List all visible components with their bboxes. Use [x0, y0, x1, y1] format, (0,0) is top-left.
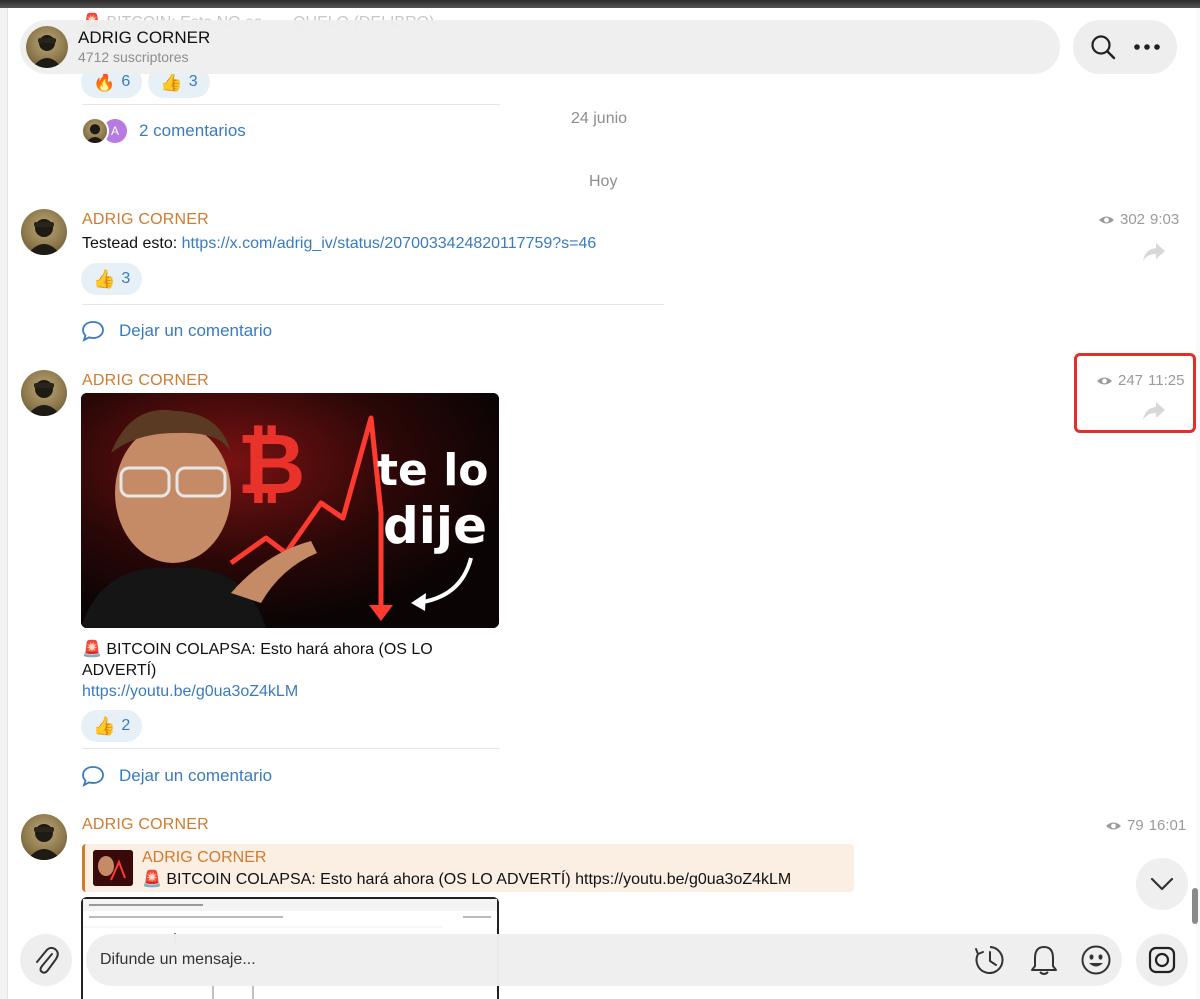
reaction-count: 6 [121, 73, 131, 90]
leave-comment-button[interactable]: Dejar un comentario [81, 765, 272, 787]
sender-name[interactable]: ADRIG CORNER [82, 816, 209, 834]
channel-title: ADRIG CORNER [78, 28, 211, 47]
video-link[interactable]: https://youtu.be/g0ua3oZ4kLM [82, 681, 298, 702]
message-text: Testead esto: https://x.com/adrig_iv/sta… [82, 233, 596, 254]
siren-emoji: 🚨 [82, 641, 102, 658]
quoted-thumbnail [93, 850, 133, 886]
highlight-annotation-box [1074, 353, 1196, 433]
more-icon[interactable] [1127, 27, 1167, 67]
schedule-icon[interactable] [972, 942, 1008, 978]
reaction-count: 2 [121, 717, 131, 734]
comment-icon [82, 321, 104, 342]
header-actions [1073, 20, 1177, 74]
sender-name[interactable]: ADRIG CORNER [82, 372, 209, 390]
divider [82, 104, 500, 105]
message-meta: 79 16:01 [1105, 817, 1186, 834]
leave-comment-button[interactable]: Dejar un comentario [81, 320, 272, 342]
eye-icon [1099, 216, 1114, 223]
message-text-prefix: Testead esto: [82, 235, 182, 252]
fire-emoji: 🔥 [93, 72, 116, 92]
share-icon[interactable] [1142, 242, 1166, 262]
sender-avatar[interactable] [21, 209, 67, 255]
video-thumbnail[interactable]: ₿ te lo dije [81, 393, 499, 628]
message-time: 9:03 [1150, 211, 1180, 228]
quoted-message[interactable]: ADRIG CORNER 🚨 BITCOIN COLAPSA: Esto har… [82, 844, 854, 892]
video-title-line2: ADVERTÍ) [82, 662, 157, 679]
date-separator: 24 junio [571, 110, 628, 127]
video-title-line1: BITCOIN COLAPSA: Esto hará ahora (OS LO [106, 641, 433, 658]
sender-name[interactable]: ADRIG CORNER [82, 211, 209, 229]
chevron-down-icon [1150, 877, 1174, 891]
message-meta: 302 9:03 [1098, 211, 1179, 228]
commenter-avatar [81, 117, 109, 145]
quoted-text: 🚨 BITCOIN COLAPSA: Esto hará ahora (OS L… [142, 871, 792, 888]
attach-icon [36, 946, 59, 974]
reaction-count: 3 [121, 270, 131, 287]
date-separator-today: Hoy [589, 173, 618, 190]
emoji-icon[interactable] [1078, 942, 1114, 978]
sender-avatar[interactable] [21, 814, 67, 860]
message-reactions: 👍 2 [81, 710, 148, 742]
right-edge [1196, 8, 1200, 999]
video-title: 🚨 BITCOIN COLAPSA: Esto hará ahora (OS L… [82, 639, 502, 681]
reaction-count: 3 [188, 73, 198, 90]
subscriber-count: 4712 suscriptores [78, 49, 189, 65]
divider [82, 304, 664, 305]
bell-icon[interactable] [1026, 942, 1062, 978]
message-time: 16:01 [1148, 817, 1187, 834]
leave-comment-label: Dejar un comentario [119, 766, 273, 785]
channel-avatar[interactable] [26, 26, 68, 68]
message-reactions: 👍 3 [81, 263, 148, 295]
message-input[interactable] [100, 934, 960, 986]
attach-button[interactable] [20, 934, 72, 986]
leave-comment-label: Dejar un comentario [119, 321, 273, 340]
window-top-edge [0, 0, 1200, 8]
scrollbar-thumb[interactable] [1192, 888, 1198, 924]
divider [82, 748, 500, 749]
thumbnail-text-line2: dije [383, 497, 487, 555]
reaction-thumbs-up[interactable]: 👍 3 [81, 263, 143, 295]
quoted-sender: ADRIG CORNER [142, 849, 267, 866]
thumbs-up-emoji: 👍 [160, 72, 183, 92]
scroll-to-bottom-button[interactable] [1136, 858, 1188, 910]
thumbs-up-emoji: 👍 [93, 716, 116, 736]
thumbs-up-emoji: 👍 [93, 269, 116, 289]
camera-icon [1148, 946, 1176, 974]
commenter-avatars: A [81, 117, 129, 145]
message-link[interactable]: https://x.com/adrig_iv/status/2070033424… [182, 235, 597, 252]
camera-button[interactable] [1136, 934, 1188, 986]
comments-link[interactable]: A 2 comentarios [81, 117, 246, 145]
view-count: 302 [1120, 211, 1146, 228]
channel-header[interactable]: ADRIG CORNER 4712 suscriptores [20, 20, 1060, 74]
message-composer [86, 934, 1122, 986]
comments-count-label: 2 comentarios [139, 121, 246, 140]
eye-icon [1106, 822, 1121, 829]
reaction-thumbs-up[interactable]: 👍 2 [81, 710, 143, 742]
search-icon[interactable] [1083, 27, 1123, 67]
view-count: 79 [1127, 817, 1144, 834]
comment-icon [82, 766, 104, 787]
left-sidebar-edge [0, 8, 8, 999]
thumbnail-text-line1: te lo [377, 445, 489, 496]
svg-text:₿: ₿ [237, 415, 305, 513]
sender-avatar[interactable] [21, 370, 67, 416]
